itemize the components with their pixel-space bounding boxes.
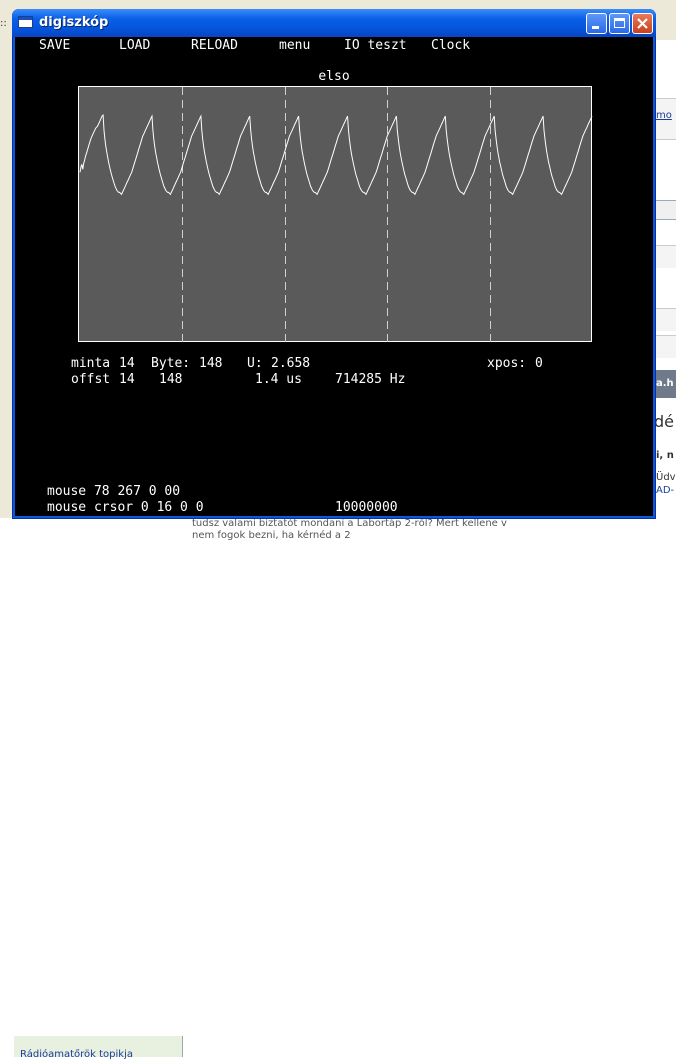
byte-label: Byte: bbox=[151, 356, 191, 371]
menu-save[interactable]: SAVE bbox=[39, 38, 70, 53]
app-window-icon[interactable] bbox=[18, 16, 33, 28]
mouse-readout: mouse 78 267 0 00 bbox=[47, 484, 181, 499]
menu-menu[interactable]: menu bbox=[279, 38, 310, 53]
title-bar[interactable]: digiszkóp bbox=[12, 9, 656, 37]
offst-label: offst bbox=[71, 372, 111, 387]
oscilloscope-client-area: SAVE LOAD RELOAD menu IO teszt Clock els… bbox=[15, 37, 653, 516]
background-heading-text: dé bbox=[654, 412, 674, 431]
background-post-text: tudsz valami biztatót mondani a Labortáp… bbox=[192, 518, 507, 529]
time-per-sample: 1.4 us bbox=[255, 372, 302, 387]
byte-value: 148 bbox=[199, 356, 223, 371]
maximize-icon bbox=[614, 18, 625, 28]
background-sidebar: Rádióamatőrök topikja bbox=[14, 1036, 183, 1060]
mouse-cursor-readout: mouse crsor 0 16 0 0 bbox=[47, 500, 204, 515]
offst-value: 14 bbox=[119, 372, 135, 387]
close-icon bbox=[637, 18, 648, 29]
background-label-text: i, n bbox=[656, 450, 674, 461]
clock-readout: 10000000 bbox=[335, 500, 398, 515]
minta-value: 14 bbox=[119, 356, 135, 371]
background-code-text: AD- bbox=[656, 485, 675, 496]
xpos-value: 0 bbox=[535, 356, 543, 371]
background-sidebar-link[interactable]: Rádióamatőrök topikja bbox=[20, 1049, 133, 1060]
offst-byte: 148 bbox=[159, 372, 183, 387]
xpos-label: xpos: bbox=[487, 356, 527, 371]
u-label: U: bbox=[247, 356, 263, 371]
digiszkop-window: digiszkóp SAVE LOAD RELOAD menu IO teszt… bbox=[12, 9, 656, 519]
u-value: 2.658 bbox=[271, 356, 311, 371]
minimize-icon bbox=[592, 26, 599, 29]
background-post-text-2: nem fogok bezni, ha kérnéd a 2 bbox=[192, 530, 351, 541]
background-bottom-strip: Rádióamatőrök topikja tudsz valami bizta… bbox=[0, 518, 676, 1060]
menu-io-teszt[interactable]: IO teszt bbox=[344, 38, 407, 53]
scope-svg bbox=[79, 87, 593, 343]
background-tab-glyph: :: bbox=[0, 18, 7, 29]
menu-load[interactable]: LOAD bbox=[119, 38, 150, 53]
oscilloscope-plot[interactable] bbox=[78, 86, 593, 343]
minta-label: minta bbox=[71, 356, 111, 371]
menu-clock[interactable]: Clock bbox=[431, 38, 470, 53]
background-greeting-text: Üdv bbox=[656, 472, 676, 483]
plot-title: elso bbox=[318, 69, 350, 84]
background-link-text: mo bbox=[656, 110, 672, 121]
menu-reload[interactable]: RELOAD bbox=[191, 38, 238, 53]
window-title: digiszkóp bbox=[39, 15, 109, 30]
frequency-readout: 714285 Hz bbox=[335, 372, 406, 387]
signal-trace bbox=[79, 113, 593, 196]
maximize-button[interactable] bbox=[609, 13, 630, 34]
close-button[interactable] bbox=[632, 13, 653, 34]
minimize-button[interactable] bbox=[586, 13, 607, 34]
background-header-text: a.h bbox=[656, 378, 674, 389]
